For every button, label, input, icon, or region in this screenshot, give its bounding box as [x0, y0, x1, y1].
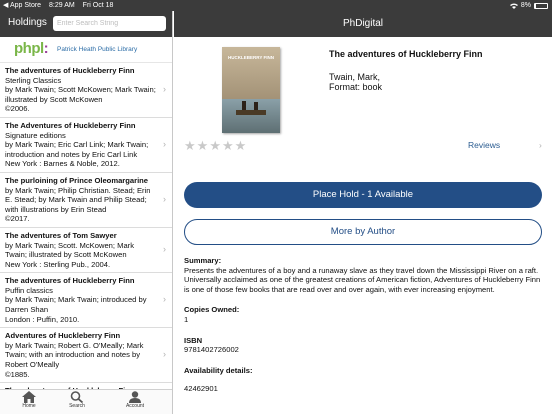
copies-section: Copies Owned: 1: [184, 305, 544, 324]
isbn-section: ISBN 9781402726002: [184, 336, 544, 355]
search-input[interactable]: [53, 16, 166, 31]
holding-detail-line: by Mark Twain; Robert G. O'Meally; Mark …: [5, 340, 144, 370]
tab-home-label: Home: [22, 403, 36, 409]
battery-percent: 8%: [520, 2, 531, 9]
logo-mark-text: phpl: [14, 40, 44, 57]
availability-section: Availability details: 42462901: [184, 366, 544, 394]
home-icon: [22, 391, 36, 403]
chevron-right-icon: ›: [163, 244, 166, 255]
book-details: Summary: Presents the adventures of a bo…: [184, 256, 544, 405]
library-name: Patrick Heath Public Library: [57, 46, 138, 53]
holdings-header: Holdings: [0, 11, 172, 37]
summary-section: Summary: Presents the adventures of a bo…: [184, 256, 544, 294]
holding-detail-line: ©1885.: [5, 369, 30, 379]
holding-title: The purloining of Prince Oleomargarine: [5, 175, 149, 185]
holding-title: The adventures of Huckleberry Finn: [5, 276, 135, 286]
tab-search[interactable]: Search: [62, 391, 92, 409]
cover-figure: [254, 102, 258, 110]
holding-title: The Adventures of Huckleberry Finn: [5, 120, 136, 130]
star-icon[interactable]: ★: [184, 139, 196, 152]
summary-label: Summary:: [184, 256, 222, 265]
more-by-author-button[interactable]: More by Author: [184, 219, 542, 245]
wifi-icon: [509, 3, 518, 9]
tab-account[interactable]: Account: [120, 391, 150, 409]
status-bar-right: 8%: [509, 0, 548, 11]
holding-detail-line: ©2017.: [5, 214, 30, 224]
holding-title: The adventures of Tom Sawyer: [5, 230, 117, 240]
holdings-title: Holdings: [8, 17, 47, 28]
star-icon[interactable]: ★: [209, 139, 221, 152]
holdings-pane: Holdings phpl: Patrick Heath Public Libr…: [0, 11, 173, 414]
logo-mark-dot: :: [43, 40, 49, 57]
detail-header: PhDigital: [174, 11, 552, 37]
chevron-right-icon: ›: [163, 138, 166, 149]
holding-detail-line: ©2006.: [5, 104, 30, 114]
holding-list-item[interactable]: The adventures of Huckleberry Finn Sterli…: [0, 63, 172, 118]
summary-text: Presents the adventures of a boy and a r…: [184, 265, 541, 294]
place-hold-button[interactable]: Place Hold - 1 Available: [184, 182, 542, 208]
availability-label: Availability details:: [184, 365, 253, 375]
holding-list-item[interactable]: The Adventures of Huckleberry Finn Signat…: [0, 118, 172, 173]
book-author: Twain, Mark,: [329, 72, 381, 82]
availability-value: 42462901: [184, 384, 218, 394]
holding-detail-line: Puffin classics: [5, 285, 53, 295]
star-icon[interactable]: ★: [222, 139, 234, 152]
logo-mark: phpl:: [14, 40, 49, 57]
holding-detail-line: New York : Barnes & Noble, 2012.: [5, 159, 120, 169]
isbn-label: ISBN: [184, 335, 203, 345]
reviews-link[interactable]: Reviews: [468, 140, 500, 150]
holding-detail-line: by Mark Twain; Philip Christian. Stead; …: [5, 185, 151, 214]
chevron-right-icon: ›: [163, 193, 166, 204]
holding-list-item[interactable]: The purloining of Prince Oleomargarine by…: [0, 173, 172, 228]
book-format: Format: book: [329, 82, 383, 92]
status-date: Fri Oct 18: [82, 2, 114, 9]
cover-figure: [242, 101, 246, 110]
holding-detail-line: by Mark Twain; Eric Carl Link; Mark Twai…: [5, 140, 149, 159]
holding-detail-line: by Mark Twain; Scott McKowen; Mark Twain…: [5, 85, 156, 104]
library-logo: phpl: Patrick Heath Public Library: [0, 37, 172, 63]
rating-stars[interactable]: ★ ★ ★ ★ ★: [184, 139, 246, 152]
isbn-value: 9781402726002: [184, 345, 239, 355]
chevron-right-icon: ›: [539, 140, 542, 150]
holding-list-item[interactable]: The adventures of Tom Sawyer by Mark Twai…: [0, 228, 172, 274]
chevron-right-icon: ›: [163, 294, 166, 305]
detail-pane: PhDigital HUCKLEBERRY FINN The adventure…: [174, 11, 552, 414]
holding-detail-line: by Mark Twain; Scott. McKowen; Mark Twai…: [5, 240, 134, 260]
search-icon: [70, 391, 84, 403]
status-bar-left: ◀ App Store 8:29 AM Fri Oct 18: [3, 0, 119, 11]
holding-detail-line: London : Puffin, 2010.: [5, 314, 80, 324]
tab-search-label: Search: [69, 403, 85, 409]
account-icon: [129, 391, 141, 403]
chevron-right-icon: ›: [163, 349, 166, 360]
holding-detail-line: Signature editions: [5, 130, 66, 140]
cover-raft: [236, 110, 266, 115]
copies-label: Copies Owned:: [184, 305, 240, 315]
status-time: 8:29 AM: [49, 2, 75, 9]
tab-account-label: Account: [125, 403, 145, 409]
book-cover-image: HUCKLEBERRY FINN: [222, 47, 280, 133]
holding-detail-line: Sterling Classics: [5, 75, 62, 85]
holding-title: Adventures of Huckleberry Finn: [5, 331, 121, 341]
status-bar: ◀ App Store 8:29 AM Fri Oct 18 8%: [0, 0, 552, 11]
copies-value: 1: [184, 314, 189, 324]
holding-list-item[interactable]: Adventures of Huckleberry Finn by Mark Tw…: [0, 328, 172, 384]
holding-detail-line: New York : Sterling Pub., 2004.: [5, 259, 111, 269]
holdings-list: The adventures of Huckleberry Finn Sterli…: [0, 63, 172, 389]
battery-icon: [534, 2, 548, 9]
holding-detail-line: by Mark Twain; Mark Twain; introduced by…: [5, 295, 147, 315]
cover-water: [222, 99, 280, 133]
star-icon[interactable]: ★: [235, 139, 247, 152]
holding-list-item[interactable]: The adventures of Huckleberry Finn Puffin…: [0, 273, 172, 329]
book-title: The adventures of Huckleberry Finn: [329, 49, 483, 59]
tab-home[interactable]: Home: [14, 391, 44, 409]
tab-bar: Home Search Account: [0, 389, 172, 414]
chevron-right-icon: ›: [163, 83, 166, 94]
holding-title: The adventures of Huckleberry Finn: [5, 66, 135, 75]
star-icon[interactable]: ★: [197, 139, 209, 152]
cover-title: HUCKLEBERRY FINN: [227, 55, 274, 60]
back-to-app-store-link[interactable]: ◀ App Store: [3, 2, 41, 9]
